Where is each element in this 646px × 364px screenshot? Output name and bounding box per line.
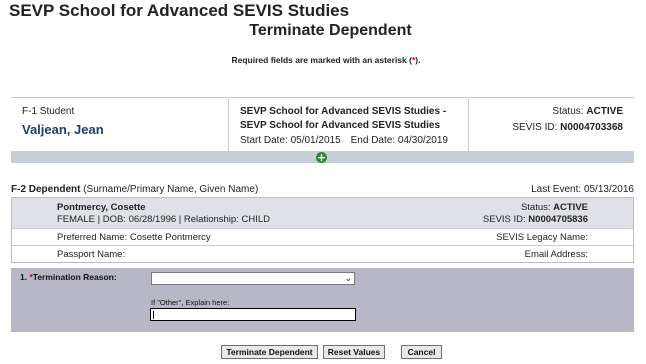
other-explain-input[interactable]	[150, 308, 356, 321]
plus-circle-icon[interactable]: +	[316, 152, 327, 163]
preferred-name: Preferred Name: Cosette Pontmercy	[57, 232, 211, 243]
termination-reason-text: Termination Reason:	[32, 272, 117, 282]
end-date: 04/30/2019	[397, 135, 448, 146]
termination-reason-select[interactable]: ⌄	[151, 272, 355, 285]
start-date-label: Start Date:	[240, 135, 291, 146]
last-event-date: 05/13/2016	[583, 184, 634, 195]
page-title: Terminate Dependent	[249, 22, 412, 39]
sevis-label: SEVIS ID:	[512, 122, 561, 133]
dependent-summary-row: Pontmercy, Cosette FEMALE | DOB: 06/28/1…	[12, 198, 633, 228]
student-program: SEVP School for Advanced SEVIS Studies -…	[229, 98, 469, 152]
sevis-id: N0004703368	[560, 122, 623, 133]
passport-name-label: Passport Name:	[57, 249, 126, 260]
school-name-line2: SEVP School for Advanced SEVIS Studies	[240, 120, 441, 131]
student-sevis-line: SEVIS ID: N0004703368	[512, 122, 623, 133]
student-name: Valjean, Jean	[22, 122, 104, 137]
dependent-details: Pontmercy, Cosette FEMALE | DOB: 06/28/1…	[11, 197, 634, 263]
school-title: SEVP School for Advanced SEVIS Studies	[9, 1, 350, 20]
dependent-sevis-id: N0004705836	[528, 214, 588, 225]
student-summary: F-1 Student Valjean, Jean SEVP School fo…	[11, 97, 634, 152]
expand-details-bar[interactable]: +	[11, 151, 634, 163]
reset-values-button[interactable]: Reset Values	[323, 345, 385, 359]
dependent-status: Status: ACTIVE	[521, 202, 588, 213]
email-address-label: Email Address:	[524, 249, 588, 260]
end-date-label: End Date:	[350, 135, 398, 146]
dependent-names-row: Preferred Name: Cosette Pontmercy SEVIS …	[12, 228, 633, 245]
text-cursor	[153, 311, 154, 319]
dependent-status-value: ACTIVE	[553, 202, 588, 213]
other-explain-label: If "Other", Explain here:	[151, 298, 230, 307]
student-status-line: Status: ACTIVE	[552, 106, 623, 117]
legacy-name-label: SEVIS Legacy Name:	[496, 232, 588, 243]
last-event-label: Last Event:	[531, 184, 584, 195]
dependent-status-label: Status:	[520, 202, 554, 213]
required-note-text: Required fields are marked with an aster…	[231, 55, 412, 65]
chevron-down-icon[interactable]: ⌄	[344, 273, 352, 284]
dependent-sevis-label: SEVIS ID:	[482, 214, 529, 225]
required-fields-note: Required fields are marked with an aster…	[0, 55, 646, 65]
status-value: ACTIVE	[586, 106, 623, 117]
school-name-line1: SEVP School for Advanced SEVIS Studies -	[240, 106, 447, 117]
dependent-contact-row: Passport Name: Email Address:	[12, 245, 633, 262]
dependent-header: F-2 Dependent (Surname/Primary Name, Giv…	[11, 184, 634, 195]
status-label: Status:	[552, 106, 587, 117]
dependent-sublabel: (Surname/Primary Name, Given Name)	[80, 184, 259, 195]
dependent-name: Pontmercy, Cosette	[57, 202, 146, 213]
student-type: F-1 Student	[22, 106, 75, 117]
student-status: Status: ACTIVE SEVIS ID: N0004703368	[469, 98, 634, 152]
dependent-label: F-2 Dependent	[11, 184, 81, 195]
program-dates: Start Date: 05/01/2015 End Date: 04/30/20…	[240, 135, 448, 146]
student-identity: F-1 Student Valjean, Jean	[11, 98, 229, 152]
cancel-button[interactable]: Cancel	[401, 345, 442, 359]
terminate-dependent-button[interactable]: Terminate Dependent	[221, 345, 318, 359]
termination-form: 1. *Termination Reason: ⌄ If "Other", Ex…	[11, 268, 634, 332]
dependent-info: FEMALE | DOB: 06/28/1996 | Relationship:…	[57, 214, 270, 225]
last-event: Last Event: 05/13/2016	[531, 184, 634, 195]
termination-reason-label: 1. *Termination Reason:	[20, 272, 117, 282]
start-date: 05/01/2015	[290, 135, 341, 146]
dependent-sevis: SEVIS ID: N0004705836	[483, 214, 588, 225]
required-note-end: ).	[415, 55, 421, 65]
